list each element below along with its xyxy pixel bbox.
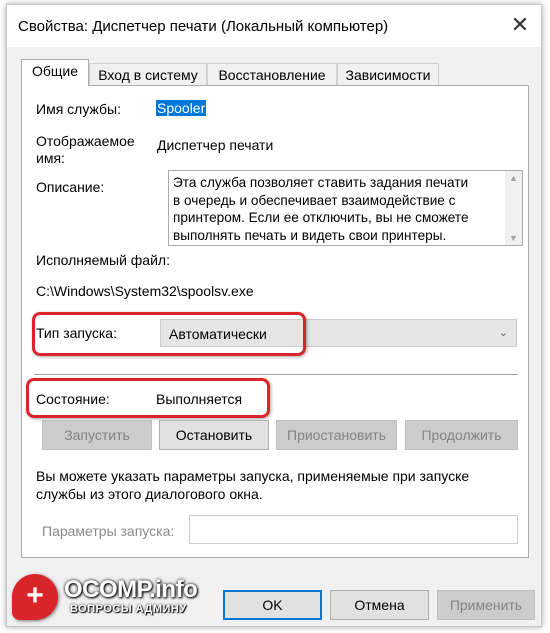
plus-shield-icon: + <box>12 574 58 620</box>
startup-highlight-frame <box>32 312 306 356</box>
start-params-label: Параметры запуска: <box>42 523 175 539</box>
tab-logon[interactable]: Вход в систему <box>89 63 207 85</box>
description-text: Эта служба позволяет ставить задания печ… <box>173 175 469 243</box>
window-title: Свойства: Диспетчер печати (Локальный ко… <box>18 18 389 35</box>
watermark-title: OCOMP.info <box>64 576 198 603</box>
scroll-down-icon[interactable]: ▼ <box>509 233 518 243</box>
service-name-label: Имя службы: <box>36 101 121 117</box>
stop-button[interactable]: Остановить <box>159 420 269 450</box>
tab-dependencies[interactable]: Зависимости <box>337 63 439 85</box>
tab-recovery[interactable]: Восстановление <box>207 63 337 85</box>
pause-button[interactable]: Приостановить <box>276 420 397 450</box>
chevron-down-icon: ⌄ <box>498 327 508 339</box>
close-icon[interactable]: ✕ <box>507 12 533 38</box>
display-name-label-line2: имя: <box>36 150 65 166</box>
divider <box>34 374 518 375</box>
exe-label: Исполняемый файл: <box>36 252 170 268</box>
title-bar: Свойства: Диспетчер печати (Локальный ко… <box>7 5 541 47</box>
display-name-label-line1: Отображаемое <box>36 133 135 149</box>
description-label: Описание: <box>36 179 105 195</box>
resume-button[interactable]: Продолжить <box>405 420 518 450</box>
apply-button[interactable]: Применить <box>437 590 535 620</box>
service-name-value[interactable]: Spooler <box>156 100 207 116</box>
description-scrollbar[interactable]: ▲ ▼ <box>505 171 522 245</box>
hint-text-line1: Вы можете указать параметры запуска, при… <box>36 468 470 484</box>
status-highlight-frame <box>26 378 270 418</box>
scroll-up-icon[interactable]: ▲ <box>509 173 518 183</box>
watermark-subtitle: ВОПРОСЫ АДМИНУ <box>70 603 187 615</box>
start-button[interactable]: Запустить <box>42 420 152 450</box>
exe-path: C:\Windows\System32\spoolsv.exe <box>36 283 254 299</box>
display-name-value: Диспетчер печати <box>157 137 274 153</box>
start-params-input[interactable] <box>189 515 518 544</box>
tab-general[interactable]: Общие <box>21 59 89 86</box>
cancel-button[interactable]: Отмена <box>330 590 429 620</box>
hint-text-line2: службы из этого диалогового окна. <box>36 486 263 502</box>
general-tab-panel: Имя службы: Spooler Отображаемое имя: Ди… <box>21 85 529 558</box>
description-box[interactable]: Эта служба позволяет ставить задания печ… <box>168 170 523 246</box>
watermark-logo: + OCOMP.info ВОПРОСЫ АДМИНУ <box>12 574 244 620</box>
service-properties-dialog: Свойства: Диспетчер печати (Локальный ко… <box>6 4 542 627</box>
